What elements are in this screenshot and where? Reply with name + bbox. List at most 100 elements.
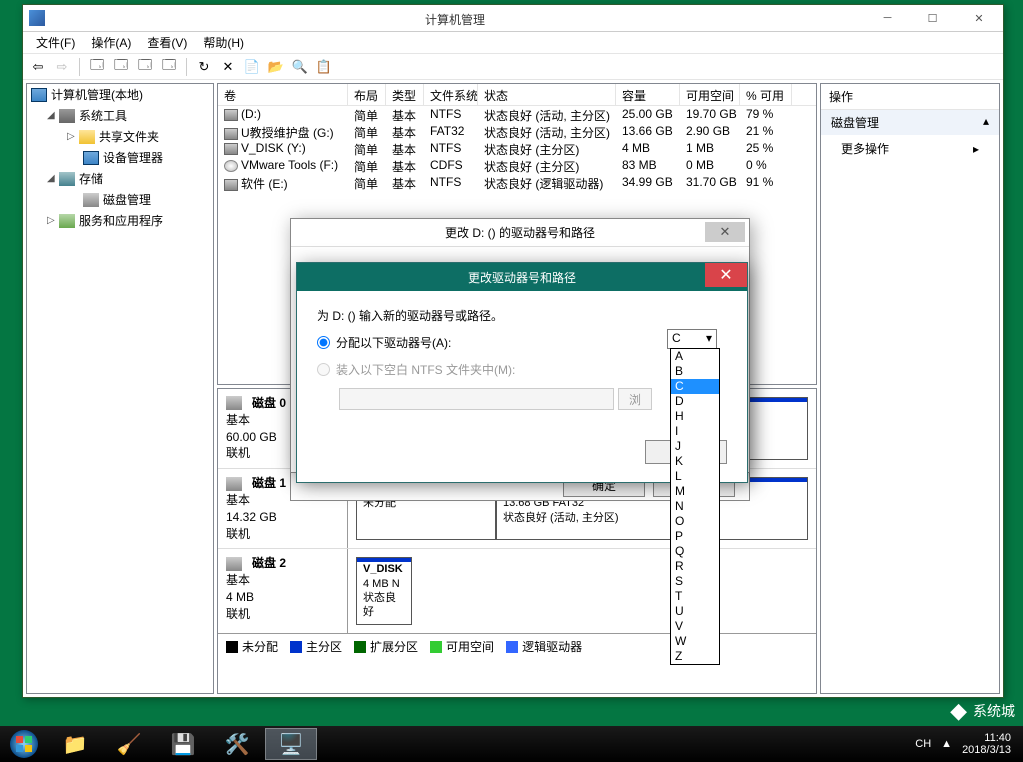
tb-icon[interactable]: 🗔 <box>159 57 179 77</box>
col-volume[interactable]: 卷 <box>218 84 348 105</box>
close-icon[interactable]: ✕ <box>705 263 747 287</box>
tray-flag-icon[interactable]: ▲ <box>941 738 952 750</box>
drive-option[interactable]: V <box>671 619 719 634</box>
drive-option[interactable]: S <box>671 574 719 589</box>
taskbar-computer-management[interactable]: 🖥️ <box>265 728 317 760</box>
actions-section[interactable]: 磁盘管理▴ <box>821 110 999 135</box>
disk-row-2[interactable]: 磁盘 2 基本 4 MB 联机 V_DISK 4 MB N 状态良好 <box>218 549 816 632</box>
drive-letter-select[interactable]: C▾ <box>667 329 717 349</box>
drive-option[interactable]: I <box>671 424 719 439</box>
drive-option[interactable]: C <box>671 379 719 394</box>
tb-icon[interactable]: 📂 <box>266 57 286 77</box>
tree-root[interactable]: 计算机管理(本地) <box>27 84 213 105</box>
actions-header: 操作 <box>821 84 999 110</box>
maximize-button[interactable]: ☐ <box>910 7 955 29</box>
drive-option[interactable]: D <box>671 394 719 409</box>
drive-option[interactable]: A <box>671 349 719 364</box>
legend: 未分配 主分区 扩展分区 可用空间 逻辑驱动器 <box>218 633 816 659</box>
modal2-titlebar[interactable]: 更改驱动器号和路径 ✕ <box>297 263 747 291</box>
actions-panel: 操作 磁盘管理▴ 更多操作▸ <box>820 83 1000 694</box>
tray-date[interactable]: 2018/3/13 <box>962 744 1011 756</box>
volume-row[interactable]: (D:)简单基本NTFS状态良好 (活动, 主分区)25.00 GB19.70 … <box>218 106 816 123</box>
drive-option[interactable]: Z <box>671 649 719 664</box>
drive-option[interactable]: O <box>671 514 719 529</box>
drive-option[interactable]: H <box>671 409 719 424</box>
forward-button[interactable]: ⇨ <box>52 57 72 77</box>
col-fs[interactable]: 文件系统 <box>424 84 478 105</box>
drive-letter-dropdown[interactable]: ABCDHIJKLMNOPQRSTUVWZ <box>670 348 720 665</box>
modal1-title[interactable]: 更改 D: () 的驱动器号和路径 ✕ <box>291 219 749 247</box>
partition-vdisk[interactable]: V_DISK 4 MB N 状态良好 <box>356 557 412 624</box>
taskbar[interactable]: 📁 🧹 💾 🛠️ 🖥️ CH ▲ 11:40 2018/3/13 <box>0 726 1023 762</box>
drive-option[interactable]: Q <box>671 544 719 559</box>
start-button[interactable] <box>0 728 48 760</box>
drive-option[interactable]: T <box>671 589 719 604</box>
tb-icon[interactable]: 🗔 <box>87 57 107 77</box>
watermark-icon: ◆ <box>950 698 967 724</box>
taskbar-app[interactable]: 💾 <box>157 728 209 760</box>
app-icon <box>29 10 45 26</box>
close-icon[interactable]: ✕ <box>705 222 745 242</box>
assign-letter-option[interactable]: 分配以下驱动器号(A): <box>317 334 727 351</box>
volume-row[interactable]: V_DISK (Y:)简单基本NTFS状态良好 (主分区)4 MB1 MB25 … <box>218 140 816 157</box>
drive-option[interactable]: P <box>671 529 719 544</box>
col-free[interactable]: 可用空间 <box>680 84 740 105</box>
drive-option[interactable]: M <box>671 484 719 499</box>
tray-time[interactable]: 11:40 <box>962 732 1011 744</box>
back-button[interactable]: ⇦ <box>28 57 48 77</box>
drive-option[interactable]: R <box>671 559 719 574</box>
refresh-icon[interactable]: ↻ <box>194 57 214 77</box>
mount-folder-option: 装入以下空白 NTFS 文件夹中(M): <box>317 361 727 378</box>
tb-icon[interactable]: 🗔 <box>135 57 155 77</box>
minimize-button[interactable]: ─ <box>865 7 910 29</box>
tb-icon[interactable]: 📋 <box>314 57 334 77</box>
menu-action[interactable]: 操作(A) <box>83 32 139 53</box>
close-button[interactable]: ✕ <box>955 7 1003 29</box>
tb-icon[interactable]: 🗔 <box>111 57 131 77</box>
drive-option[interactable]: J <box>671 439 719 454</box>
drive-option[interactable]: N <box>671 499 719 514</box>
col-layout[interactable]: 布局 <box>348 84 386 105</box>
more-actions[interactable]: 更多操作▸ <box>821 135 999 162</box>
volume-row[interactable]: U教授维护盘 (G:)简单基本FAT32状态良好 (活动, 主分区)13.66 … <box>218 123 816 140</box>
mount-path-input <box>339 388 614 410</box>
tree-disk-management[interactable]: 磁盘管理 <box>27 189 213 210</box>
properties-icon[interactable]: 📄 <box>242 57 262 77</box>
menu-help[interactable]: 帮助(H) <box>195 32 252 53</box>
drive-option[interactable]: L <box>671 469 719 484</box>
volume-row[interactable]: VMware Tools (F:)简单基本CDFS状态良好 (主分区)83 MB… <box>218 157 816 174</box>
col-type[interactable]: 类型 <box>386 84 424 105</box>
tb-icon[interactable]: 🔍 <box>290 57 310 77</box>
tray-lang[interactable]: CH <box>915 738 931 750</box>
taskbar-explorer[interactable]: 📁 <box>49 728 101 760</box>
radio-assign-letter[interactable] <box>317 336 330 349</box>
drive-option[interactable]: W <box>671 634 719 649</box>
radio-mount-folder <box>317 363 330 376</box>
col-status[interactable]: 状态 <box>478 84 616 105</box>
drive-option[interactable]: K <box>671 454 719 469</box>
tree-shared-folders[interactable]: ▷共享文件夹 <box>27 126 213 147</box>
taskbar-app[interactable]: 🛠️ <box>211 728 263 760</box>
menu-view[interactable]: 查看(V) <box>139 32 195 53</box>
titlebar[interactable]: 计算机管理 ─ ☐ ✕ <box>23 5 1003 32</box>
navigation-tree[interactable]: 计算机管理(本地) ◢系统工具 ▷共享文件夹 设备管理器 ◢存储 磁盘管理 ▷服… <box>26 83 214 694</box>
col-pct[interactable]: % 可用 <box>740 84 792 105</box>
drive-option[interactable]: U <box>671 604 719 619</box>
system-tray[interactable]: CH ▲ 11:40 2018/3/13 <box>915 732 1023 756</box>
taskbar-app[interactable]: 🧹 <box>103 728 155 760</box>
chevron-up-icon: ▴ <box>983 114 989 131</box>
browse-button: 浏 <box>618 388 652 410</box>
menubar: 文件(F) 操作(A) 查看(V) 帮助(H) <box>23 32 1003 54</box>
toolbar: ⇦ ⇨ 🗔 🗔 🗔 🗔 ↻ ✕ 📄 📂 🔍 📋 <box>23 54 1003 80</box>
chevron-right-icon: ▸ <box>973 142 979 156</box>
volume-row[interactable]: 软件 (E:)简单基本NTFS状态良好 (逻辑驱动器)34.99 GB31.70… <box>218 174 816 191</box>
tree-storage[interactable]: ◢存储 <box>27 168 213 189</box>
col-capacity[interactable]: 容量 <box>616 84 680 105</box>
delete-icon[interactable]: ✕ <box>218 57 238 77</box>
tree-system-tools[interactable]: ◢系统工具 <box>27 105 213 126</box>
tree-device-manager[interactable]: 设备管理器 <box>27 147 213 168</box>
watermark: ◆系统城 <box>950 698 1015 724</box>
tree-services[interactable]: ▷服务和应用程序 <box>27 210 213 231</box>
menu-file[interactable]: 文件(F) <box>28 32 83 53</box>
drive-option[interactable]: B <box>671 364 719 379</box>
